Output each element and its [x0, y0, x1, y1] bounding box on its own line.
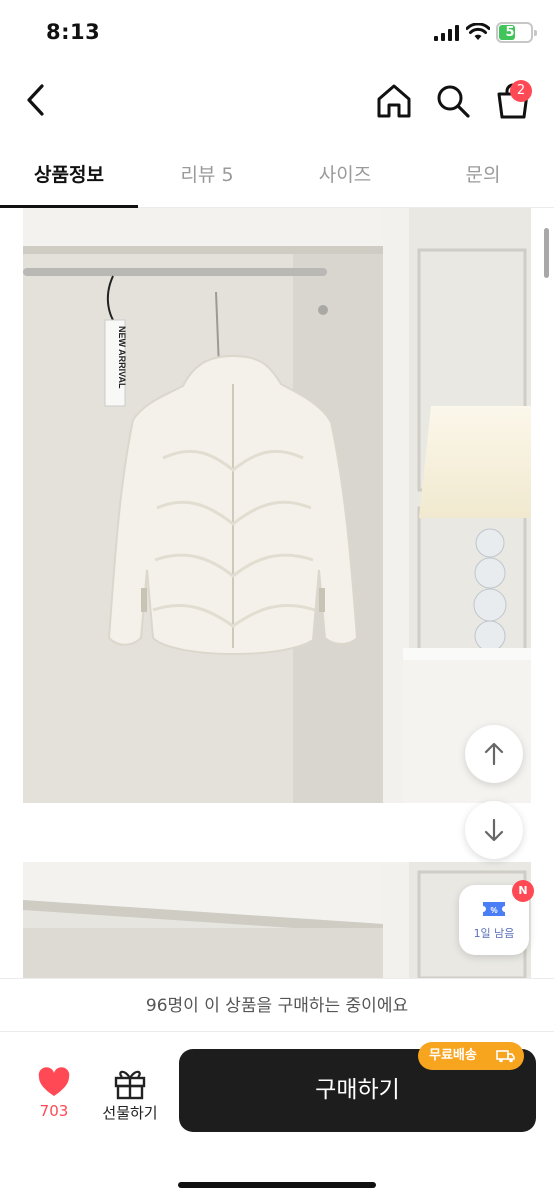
tab-size[interactable]: 사이즈	[276, 160, 414, 187]
coupon-new-badge: N	[512, 880, 534, 902]
home-icon[interactable]	[374, 81, 414, 121]
product-photo: NEW ARRIVAL	[23, 208, 531, 803]
buying-now-notice: 96명이 이 상품을 구매하는 중이에요	[0, 978, 554, 1032]
tab-inquiry[interactable]: 문의	[414, 160, 552, 187]
free-shipping-badge: 무료배송	[418, 1042, 524, 1070]
battery-level: 52	[505, 25, 524, 40]
svg-text:%: %	[490, 906, 497, 915]
status-time: 8:13	[46, 20, 101, 44]
product-image-2	[23, 862, 531, 978]
home-indicator	[178, 1182, 376, 1188]
scrollbar[interactable]	[544, 228, 549, 278]
gift-button[interactable]: 선물하기	[94, 1064, 166, 1124]
free-shipping-label: 무료배송	[429, 1048, 477, 1063]
top-nav	[0, 66, 554, 136]
gift-label: 선물하기	[102, 1104, 158, 1122]
arrow-down-icon	[484, 818, 504, 842]
status-bar: 8:13 52	[0, 0, 554, 66]
truck-icon	[496, 1050, 515, 1063]
like-count: 703	[39, 1102, 69, 1120]
wifi-icon	[466, 23, 490, 40]
arrow-up-icon	[484, 742, 504, 766]
gift-icon	[114, 1070, 146, 1100]
like-button[interactable]: 703	[28, 1064, 80, 1124]
heart-icon	[38, 1067, 70, 1096]
cart-count-badge: 2	[510, 80, 532, 102]
scroll-bottom-button[interactable]	[465, 801, 523, 859]
product-image: NEW ARRIVAL	[23, 208, 531, 803]
product-photo-2	[23, 862, 531, 978]
tab-product-info[interactable]: 상품정보	[0, 160, 138, 187]
signal-icon	[434, 25, 459, 41]
product-page: 8:13 52 2 상품정보 리뷰 5 사이즈 문의 NEW ARRIVAL %…	[0, 0, 554, 1200]
battery-icon: 52	[496, 22, 537, 43]
tab-reviews[interactable]: 리뷰 5	[138, 160, 276, 187]
back-icon[interactable]	[18, 80, 58, 120]
product-tabs: 상품정보 리뷰 5 사이즈 문의	[0, 146, 554, 208]
coupon-label: 1일 남음	[473, 927, 515, 940]
new-arrival-tag: NEW ARRIVAL	[117, 326, 127, 389]
scroll-top-button[interactable]	[465, 725, 523, 783]
search-icon[interactable]	[433, 81, 473, 121]
